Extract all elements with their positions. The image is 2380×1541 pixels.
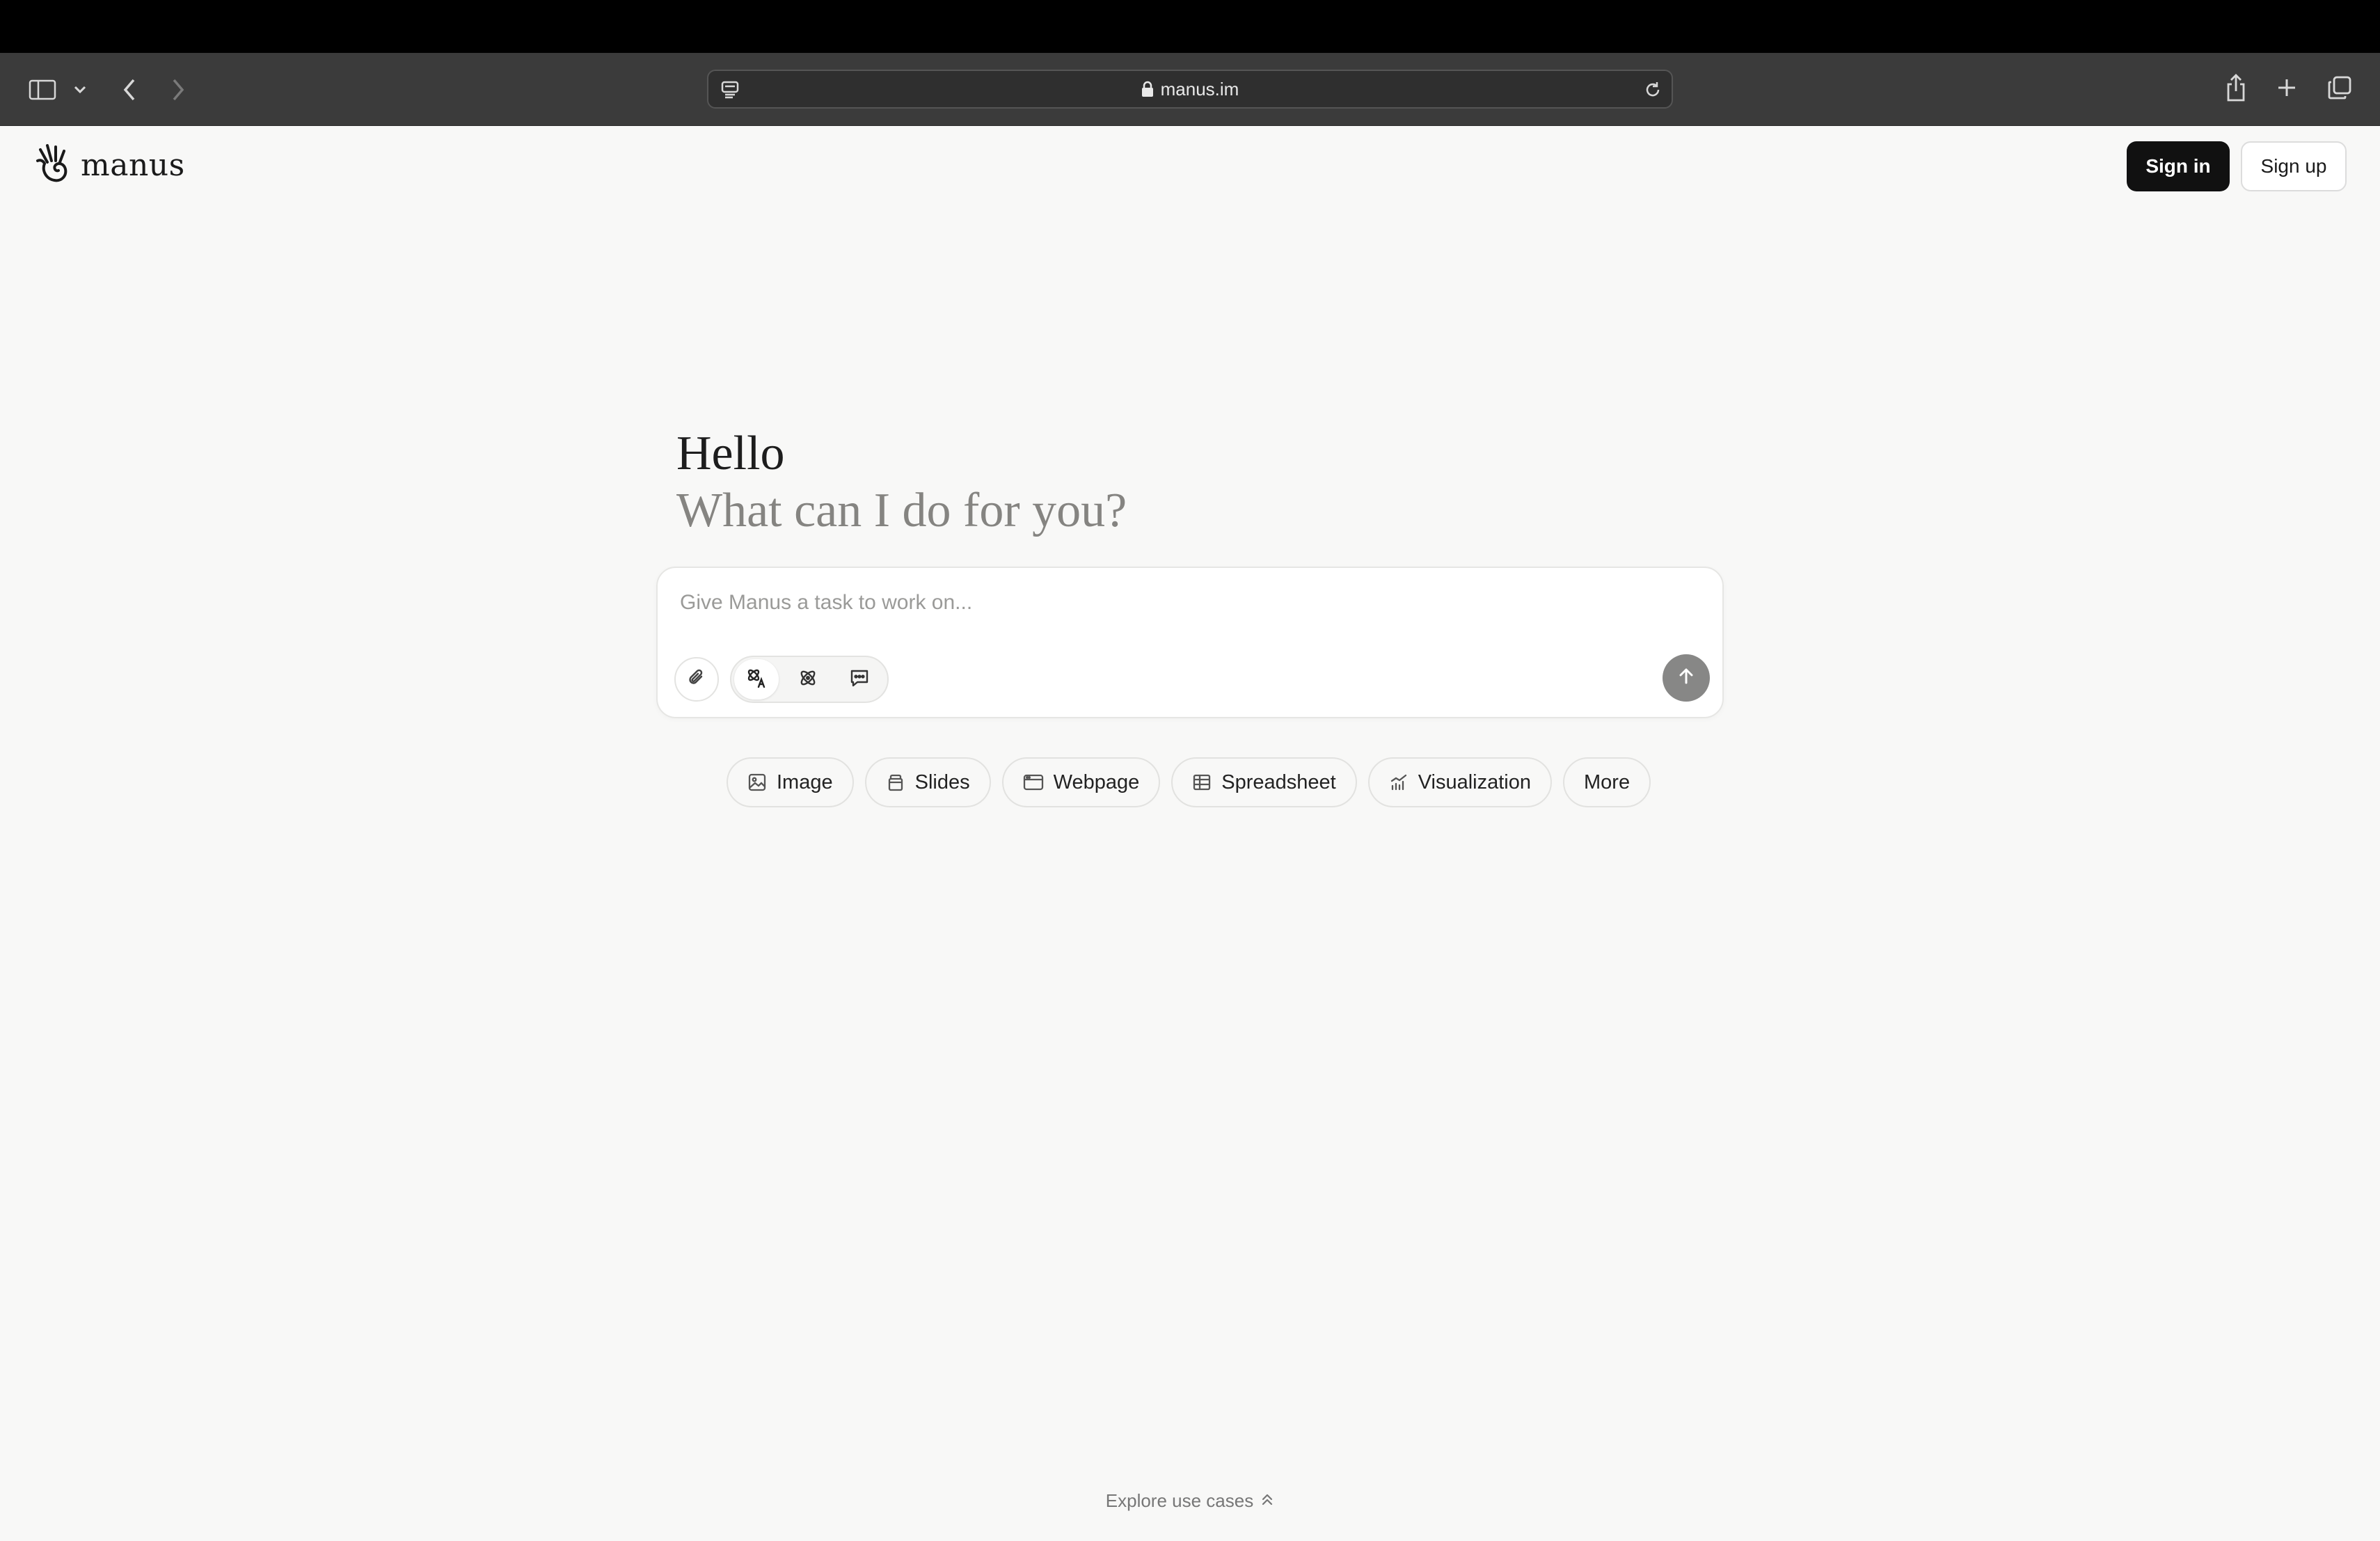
mode-selector	[730, 656, 889, 703]
page-title: Hello	[676, 427, 785, 480]
manus-hand-icon	[35, 143, 71, 188]
chip-slides[interactable]: Slides	[864, 757, 991, 807]
page-subtitle: What can I do for you?	[676, 484, 1127, 537]
task-composer	[656, 567, 1724, 718]
share-icon[interactable]	[2221, 70, 2251, 106]
chip-label: Spreadsheet	[1221, 770, 1336, 793]
arrow-up-icon	[1676, 667, 1696, 690]
double-chevron-up-icon	[1260, 1490, 1274, 1512]
quick-actions: Image Slides Webpage Spreadsheet Visuali…	[727, 757, 1651, 807]
chip-label: Webpage	[1053, 770, 1140, 793]
window-top-bar	[0, 0, 2380, 53]
chip-visualization[interactable]: Visualization	[1367, 757, 1552, 807]
chart-icon	[1389, 773, 1409, 792]
sign-in-button[interactable]: Sign in	[2127, 141, 2230, 191]
chip-webpage[interactable]: Webpage	[1001, 757, 1161, 807]
chip-label: Slides	[914, 770, 970, 793]
chat-bubble-icon	[849, 667, 870, 692]
agent-mode-button[interactable]	[734, 659, 779, 700]
logo-text: manus	[81, 148, 185, 183]
browser-toolbar: manus.im	[0, 53, 2380, 126]
slides-icon	[886, 773, 905, 792]
image-icon	[747, 773, 767, 792]
reader-icon[interactable]	[718, 78, 742, 102]
task-input[interactable]	[679, 582, 1653, 624]
chat-mode-button[interactable]	[837, 659, 882, 700]
back-icon[interactable]	[116, 74, 143, 106]
chip-label: More	[1584, 770, 1631, 793]
attach-button[interactable]	[674, 657, 719, 702]
address-bar[interactable]: manus.im	[707, 70, 1673, 109]
lock-icon	[1141, 81, 1154, 97]
tab-overview-icon[interactable]	[2324, 72, 2355, 103]
address-text: manus.im	[1160, 78, 1239, 100]
adaptive-mode-button[interactable]	[786, 659, 830, 700]
sidebar-toggle-icon[interactable]	[26, 74, 58, 106]
paperclip-icon	[686, 667, 707, 692]
chip-image[interactable]: Image	[727, 757, 854, 807]
sign-up-button[interactable]: Sign up	[2241, 141, 2347, 191]
chip-spreadsheet[interactable]: Spreadsheet	[1171, 757, 1357, 807]
chip-label: Visualization	[1418, 770, 1531, 793]
tab-group-chevron-icon[interactable]	[70, 79, 90, 100]
explore-label: Explore use cases	[1105, 1490, 1254, 1511]
chip-label: Image	[777, 770, 833, 793]
agent-mode-icon	[745, 667, 768, 693]
new-tab-icon[interactable]	[2273, 74, 2301, 102]
send-button[interactable]	[1663, 654, 1710, 702]
atom-icon	[798, 667, 818, 692]
chip-more[interactable]: More	[1563, 757, 1651, 807]
webpage-icon	[1023, 773, 1044, 792]
spreadsheet-icon	[1192, 773, 1212, 792]
logo[interactable]: manus	[35, 143, 185, 188]
reload-icon[interactable]	[1641, 78, 1665, 102]
page: manus Sign in Sign up Hello What can I d…	[0, 126, 2380, 1541]
explore-use-cases-link[interactable]: Explore use cases	[0, 1490, 2380, 1512]
forward-icon[interactable]	[164, 74, 192, 106]
